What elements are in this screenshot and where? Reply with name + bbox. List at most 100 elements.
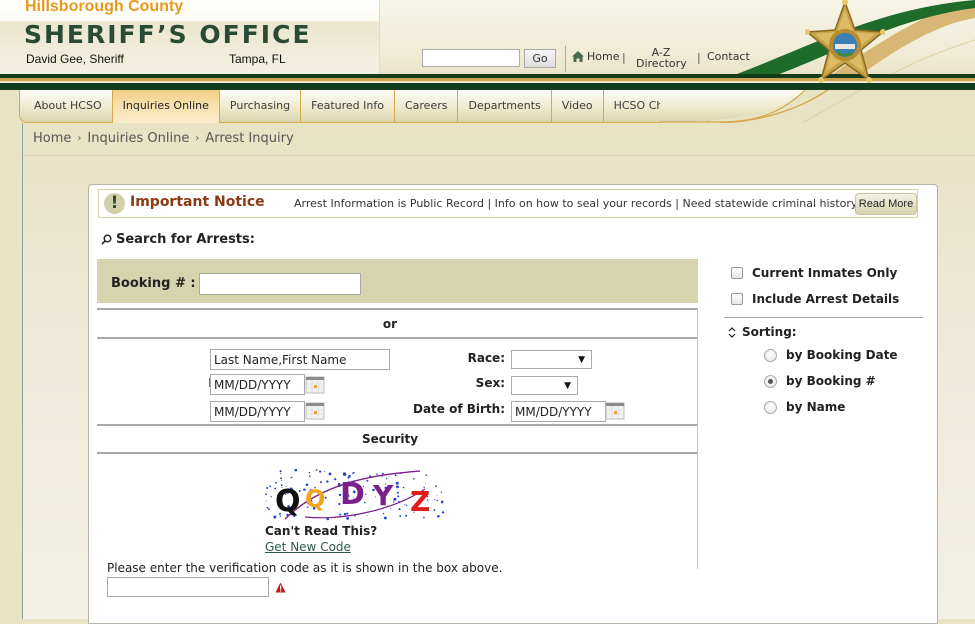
captcha-noise-dot — [376, 473, 378, 476]
cant-read-label: Can't Read This? — [265, 524, 378, 538]
breadcrumb-home[interactable]: Home — [33, 131, 71, 146]
date-of-birth-label: Date of Birth: — [412, 402, 505, 416]
radio-button[interactable] — [764, 374, 777, 388]
site-logo[interactable]: Hillsborough County SHERIFF’S OFFICE Dav… — [0, 0, 380, 74]
verification-code-input[interactable] — [107, 577, 269, 597]
captcha-noise-dot — [434, 499, 436, 501]
divider — [97, 337, 698, 339]
captcha-noise-dot — [339, 513, 342, 516]
read-more-button[interactable]: Read More — [855, 193, 917, 215]
captcha-noise-dot — [397, 491, 399, 494]
captcha-noise-dot — [384, 516, 387, 520]
booking-date-input[interactable] — [210, 374, 305, 395]
captcha-noise-dot — [382, 472, 384, 475]
breadcrumb-inquiries-online[interactable]: Inquiries Online — [87, 131, 189, 146]
captcha-noise-dot — [269, 485, 272, 487]
captcha-noise-dot — [402, 486, 405, 489]
captcha-noise-dot — [289, 477, 291, 479]
captcha-noise-dot — [266, 506, 269, 509]
captcha-noise-dot — [425, 482, 426, 484]
sheriff-name: David Gee, Sheriff — [26, 52, 124, 66]
include-arrest-details-checkbox[interactable]: Include Arrest Details — [731, 292, 899, 306]
city-name: Tampa, FL — [229, 52, 286, 66]
office-name: SHERIFF’S OFFICE — [24, 20, 312, 49]
captcha-noise-dot — [328, 472, 332, 476]
required-warning-icon — [275, 582, 286, 593]
nav-item-purchasing[interactable]: Purchasing — [220, 90, 302, 123]
sorting-label: Sorting: — [742, 325, 797, 339]
captcha-noise-dot — [343, 512, 347, 516]
captcha-noise-dot — [440, 491, 443, 493]
captcha-noise-dot — [397, 495, 400, 498]
contact-link[interactable]: Contact — [707, 50, 750, 63]
captcha-noise-dot — [290, 476, 293, 479]
captcha-noise-dot — [394, 485, 396, 487]
link-separator: | — [622, 51, 626, 64]
captcha-noise-dot — [308, 471, 311, 474]
checkbox-box[interactable] — [731, 293, 743, 305]
nav-item-departments[interactable]: Departments — [458, 90, 552, 123]
sort-by-booking-number-radio[interactable]: by Booking # — [764, 374, 876, 388]
radio-button[interactable] — [764, 348, 777, 362]
nav-curve-decoration — [660, 90, 806, 123]
name-input[interactable] — [210, 349, 390, 370]
captcha-noise-dot — [315, 469, 318, 471]
captcha-noise-dot — [396, 485, 399, 489]
home-link[interactable]: Home — [572, 50, 619, 63]
captcha-noise-dot — [436, 495, 438, 497]
race-select[interactable]: ▼ — [511, 350, 592, 369]
calendar-icon[interactable] — [305, 376, 325, 394]
booking-number-row: Booking # : — [97, 259, 698, 303]
calendar-icon[interactable] — [305, 402, 325, 420]
sort-updown-icon — [728, 326, 736, 338]
notice-text[interactable]: Arrest Information is Public Record | In… — [294, 197, 887, 210]
sort-option-label: by Booking # — [786, 374, 876, 388]
sort-by-booking-date-radio[interactable]: by Booking Date — [764, 348, 898, 362]
date-of-birth-input[interactable] — [511, 401, 606, 422]
captcha-noise-dot — [279, 470, 282, 473]
captcha-noise-dot — [436, 499, 438, 502]
notice-title: Important Notice — [130, 194, 265, 210]
sheriff-star-badge-icon — [805, 0, 885, 83]
get-new-code-link[interactable]: Get New Code — [265, 540, 351, 554]
checkbox-box[interactable] — [731, 267, 743, 279]
search-icon — [101, 234, 112, 245]
nav-item-about-hcso[interactable]: About HCSO — [20, 90, 113, 123]
captcha-noise-dot — [280, 477, 282, 480]
release-date-input[interactable] — [210, 401, 305, 422]
go-button[interactable]: Go — [524, 49, 556, 68]
sort-by-name-radio[interactable]: by Name — [764, 400, 845, 414]
nav-item-video[interactable]: Video — [552, 90, 604, 123]
captcha-noise-dot — [382, 512, 385, 515]
nav-item-careers[interactable]: Careers — [395, 90, 459, 123]
captcha-noise-dot — [320, 481, 322, 484]
verify-instruction: Please enter the verification code as it… — [107, 561, 503, 575]
nav-item-featured-info[interactable]: Featured Info — [301, 90, 395, 123]
captcha-noise-dot — [268, 508, 270, 511]
sex-select[interactable]: ▼ — [511, 376, 578, 395]
captcha-noise-dot — [280, 472, 282, 474]
current-inmates-only-checkbox[interactable]: Current Inmates Only — [731, 266, 897, 280]
site-search-input[interactable] — [422, 49, 520, 67]
captcha-noise-dot — [381, 476, 383, 478]
booking-number-input[interactable] — [199, 273, 361, 295]
captcha-noise-dot — [398, 508, 401, 511]
captcha-noise-dot — [441, 511, 445, 514]
calendar-icon[interactable] — [605, 402, 625, 420]
radio-button[interactable] — [764, 400, 777, 414]
az-directory-link[interactable]: A-Z Directory — [636, 47, 687, 70]
captcha-noise-dot — [394, 474, 397, 477]
divider — [97, 424, 698, 426]
county-name: Hillsborough County — [25, 0, 184, 15]
sort-option-label: by Booking Date — [786, 348, 898, 362]
captcha-char: Y — [372, 479, 394, 512]
az-line2: Directory — [636, 57, 687, 70]
breadcrumb-arrest-inquiry: Arrest Inquiry — [205, 131, 294, 146]
nav-item-inquiries-online[interactable]: Inquiries Online — [112, 90, 220, 123]
dropdown-arrow-icon: ▼ — [564, 381, 571, 391]
divider — [97, 308, 698, 310]
breadcrumb-separator: › — [195, 133, 200, 144]
include-arrest-details-label: Include Arrest Details — [752, 292, 900, 306]
captcha-noise-dot — [319, 470, 322, 473]
captcha-noise-dot — [406, 504, 408, 507]
